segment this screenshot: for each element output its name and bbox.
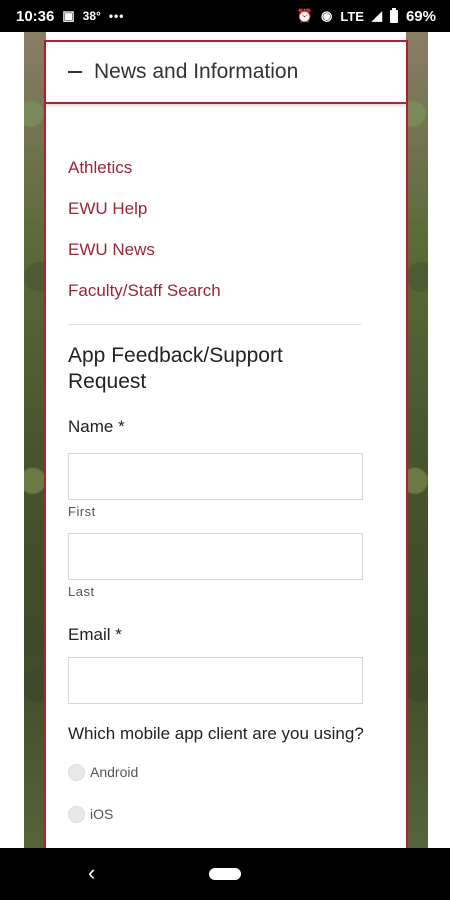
battery-percent: 69%	[405, 7, 436, 25]
alarm-icon: ⏰	[296, 8, 314, 23]
card-title: News and Information	[94, 60, 299, 83]
navigation-bar: ‹	[0, 848, 450, 900]
last-sub-label: Last	[68, 584, 95, 599]
signal-icon: ◢	[371, 8, 382, 23]
collapse-minus-icon[interactable]	[68, 71, 82, 73]
status-left: 10:36 ▣ 38° •••	[16, 8, 124, 25]
battery-icon	[389, 7, 398, 23]
background-trees-left	[24, 32, 46, 848]
accordion-header[interactable]: News and Information	[46, 42, 406, 104]
radio-label-ios: iOS	[90, 806, 114, 822]
network-type: LTE	[340, 8, 364, 24]
news-info-card: News and Information Athletics EWU Help …	[44, 40, 408, 860]
link-ewu-help[interactable]: EWU Help	[68, 199, 406, 240]
first-sub-label: First	[68, 504, 96, 519]
vibrate-icon: ◉	[321, 8, 333, 23]
background-trees-right	[406, 32, 428, 848]
email-input[interactable]	[68, 657, 363, 704]
radio-button[interactable]	[68, 805, 85, 823]
home-pill[interactable]	[209, 868, 241, 880]
client-question: Which mobile app client are you using?	[68, 724, 364, 743]
status-bar: 10:36 ▣ 38° ••• ⏰ ◉ LTE ◢ 69%	[0, 0, 450, 32]
more-notifications-icon: •••	[108, 9, 125, 23]
radio-android[interactable]: Android	[68, 761, 406, 783]
link-ewu-news[interactable]: EWU News	[68, 240, 406, 281]
radio-button[interactable]	[68, 763, 85, 781]
photo-icon: ▣	[62, 8, 75, 23]
status-temp: 38°	[82, 9, 101, 23]
link-athletics[interactable]: Athletics	[68, 158, 406, 199]
first-name-input[interactable]	[68, 453, 363, 500]
name-label: Name *	[68, 417, 125, 436]
link-faculty-staff-search[interactable]: Faculty/Staff Search	[68, 281, 406, 322]
link-list: Athletics EWU Help EWU News Faculty/Staf…	[46, 104, 406, 322]
email-label: Email *	[68, 625, 122, 644]
radio-label-android: Android	[90, 764, 139, 780]
last-name-input[interactable]	[68, 533, 363, 580]
form-title: App Feedback/Support Request	[68, 344, 283, 393]
page-background: News and Information Athletics EWU Help …	[0, 32, 450, 860]
radio-ios[interactable]: iOS	[68, 803, 406, 825]
divider	[68, 324, 362, 325]
status-time: 10:36	[16, 7, 55, 25]
back-icon[interactable]: ‹	[88, 862, 95, 884]
status-right: ⏰ ◉ LTE ◢ 69%	[296, 7, 436, 25]
